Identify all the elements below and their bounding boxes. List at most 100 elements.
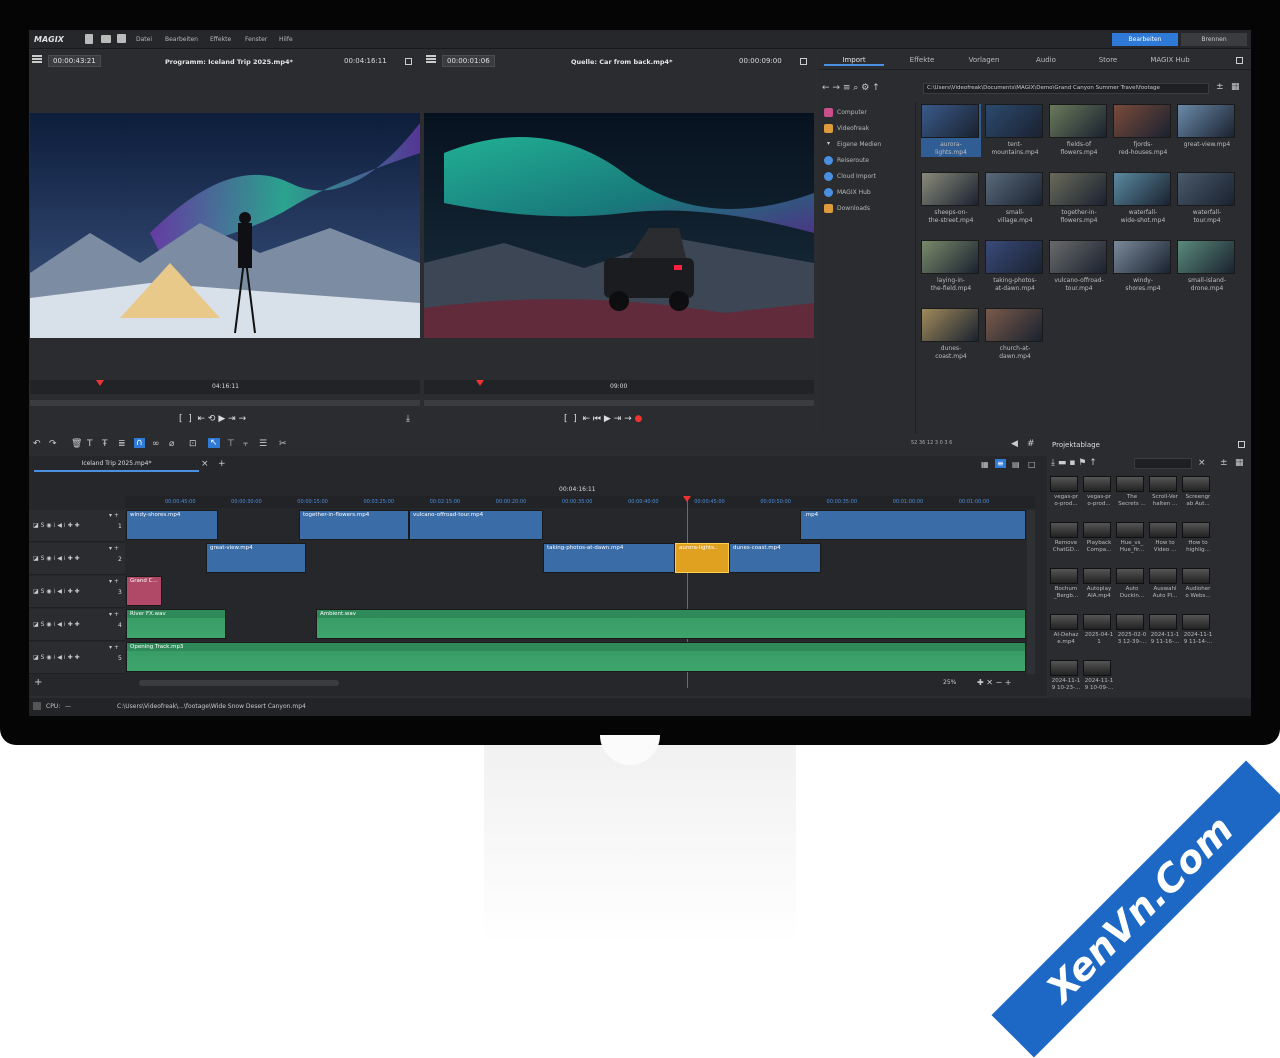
sidebar-item-reiseroute[interactable]: Reiseroute <box>824 156 869 169</box>
volume-icon[interactable]: ◀ <box>1011 439 1018 449</box>
track-buttons[interactable]: ◪ S ◉ ⁞ ◀ ⁞ ✚ ✚ <box>33 522 80 529</box>
maximize-icon[interactable]: □ <box>1028 460 1036 469</box>
unlink-icon[interactable]: ⌀ <box>169 439 174 449</box>
playhead-marker[interactable] <box>683 496 691 502</box>
file-thumbnail[interactable]: sheeps-on-the-street.mp4 <box>921 172 981 225</box>
mode-burn-button[interactable]: Brennen <box>1181 33 1247 46</box>
project-item[interactable]: Hue_vs_ Hue_fir... <box>1116 522 1148 554</box>
add-tab-icon[interactable]: + <box>218 459 226 469</box>
delete-icon[interactable]: 🗑 <box>71 439 82 449</box>
sidebar-item-magix-hub[interactable]: MAGIX Hub <box>824 188 871 201</box>
file-thumbnail[interactable]: small-village.mp4 <box>985 172 1045 225</box>
file-thumbnail[interactable]: great-view.mp4 <box>1177 104 1237 149</box>
play-icon[interactable]: ▶ <box>218 414 225 424</box>
sidebar-item-eigene-medien[interactable]: ▾ Eigene Medien <box>824 140 881 153</box>
rewind-icon[interactable]: ⏮ <box>593 414 601 424</box>
project-search-input[interactable] <box>1134 458 1192 469</box>
file-thumbnail[interactable]: windy-shores.mp4 <box>1113 240 1173 293</box>
mark-out-icon[interactable]: ] <box>573 414 577 424</box>
project-item[interactable]: 2024-11-1 9 11-14-... <box>1182 614 1214 646</box>
track-menu-icon[interactable]: ▾ + <box>109 545 119 552</box>
record-icon[interactable]: ● <box>635 414 643 424</box>
project-item[interactable]: Bochum _Bergb... <box>1050 568 1082 600</box>
track-header[interactable]: ◪ S ◉ ⁞ ◀ ⁞ ✚ ✚ 1 ▾ + <box>29 510 125 542</box>
project-item[interactable]: 2024-11-1 9 10-23-... <box>1050 660 1082 692</box>
pin-icon[interactable]: ⚑ <box>1078 458 1086 468</box>
project-item[interactable]: Remove ChatGD... <box>1050 522 1082 554</box>
file-thumbnail[interactable]: fjords-red-houses.mp4 <box>1113 104 1173 157</box>
file-thumbnail[interactable]: small-island-drone.mp4 <box>1177 240 1237 293</box>
trim-icon[interactable]: ⫟ <box>243 439 248 449</box>
file-thumbnail[interactable]: laying-in-the-field.mp4 <box>921 240 981 293</box>
file-thumbnail[interactable]: church-at-dawn.mp4 <box>985 308 1045 361</box>
clip-aurora-lights[interactable]: aurora-lights.. <box>675 543 729 573</box>
grid-icon[interactable]: # <box>1027 439 1035 449</box>
sidebar-item-cloud-import[interactable]: Cloud Import <box>824 172 876 185</box>
pointer-icon[interactable]: ↖ <box>208 438 220 448</box>
file-thumbnail[interactable]: taking-photos-at-dawn.mp4 <box>985 240 1045 293</box>
timeline-ruler[interactable]: 00:00:45:00 00:00:30:00 00:00:15:00 00:03:2… <box>125 496 1035 508</box>
hamburger-icon[interactable] <box>32 55 42 63</box>
split-icon[interactable]: ⊤ <box>227 439 235 449</box>
gear-icon[interactable]: ⚙ <box>861 83 869 93</box>
track-header[interactable]: ◪ S ◉ ⁞ ◀ ⁞ ✚ ✚ 2 ▾ + <box>29 543 125 575</box>
track-header[interactable]: ◪ S ◉ ⁞ ◀ ⁞ ✚ ✚ 5 ▾ + <box>29 642 125 674</box>
maximize-icon[interactable] <box>1236 57 1243 64</box>
project-item[interactable]: Auto Duckin... <box>1116 568 1148 600</box>
project-item[interactable]: 2025-02-0 3 12-39-... <box>1116 614 1148 646</box>
sidebar-item-computer[interactable]: Computer <box>824 108 867 121</box>
source-ruler[interactable]: 09:00 <box>424 380 814 394</box>
project-item[interactable]: AI-Dehaz e.mp4 <box>1050 614 1082 646</box>
sort-icon[interactable]: ± <box>1216 82 1224 92</box>
maximize-icon[interactable] <box>405 58 412 65</box>
new-file-icon[interactable] <box>85 34 93 44</box>
track-menu-icon[interactable]: ▾ + <box>109 611 119 618</box>
maximize-icon[interactable] <box>1238 441 1245 448</box>
zoom-controls-icon[interactable]: ✚ ✕ − + <box>977 678 1011 687</box>
file-thumbnail[interactable]: waterfall-tour.mp4 <box>1177 172 1237 225</box>
snapshot-icon[interactable]: ⊡ <box>189 439 197 449</box>
tab-vorlagen[interactable]: Vorlagen <box>954 56 1014 64</box>
file-thumbnail[interactable]: together-in-flowers.mp4 <box>1049 172 1109 225</box>
program-video-frame[interactable] <box>30 113 420 338</box>
file-thumbnail[interactable]: waterfall-wide-shot.mp4 <box>1113 172 1173 225</box>
tab-magix-hub[interactable]: MAGIX Hub <box>1140 56 1200 64</box>
file-thumbnail[interactable]: tent-mountains.mp4 <box>985 104 1045 157</box>
path-field[interactable]: C:\Users\Videofreak\Documents\MAGIX\Demo… <box>923 83 1209 94</box>
up-folder-icon[interactable]: ↑ <box>872 83 880 93</box>
source-timecode[interactable]: 00:00:01:06 <box>442 55 495 67</box>
maximize-icon[interactable] <box>800 58 807 65</box>
menu-fenster[interactable]: Fenster <box>245 36 267 43</box>
horizontal-scrollbar[interactable] <box>139 680 339 686</box>
clip-together-in-flowers[interactable]: together-in-flowers.mp4 <box>299 510 409 540</box>
program-ruler[interactable]: 04:16:11 <box>30 380 420 394</box>
mode-edit-button[interactable]: Bearbeiten <box>1112 33 1178 46</box>
play-icon[interactable]: ▶ <box>604 414 611 424</box>
tab-audio[interactable]: Audio <box>1016 56 1076 64</box>
tab-effekte[interactable]: Effekte <box>892 56 952 64</box>
search-icon[interactable]: ⌕ <box>853 83 858 93</box>
project-item[interactable]: Auswahl Auto Pl... <box>1149 568 1181 600</box>
source-scrubber[interactable] <box>424 400 814 406</box>
clip-mp4[interactable]: .mp4 <box>800 510 1026 540</box>
project-item[interactable]: How to highlig... <box>1182 522 1214 554</box>
next-cut-icon[interactable]: → <box>624 414 632 424</box>
text-tool-icon[interactable]: Ŧ <box>102 439 108 449</box>
menu-effekte[interactable]: Effekte <box>210 36 231 43</box>
hamburger-icon[interactable] <box>426 55 436 63</box>
track-menu-icon[interactable]: ▾ + <box>109 578 119 585</box>
mark-out-icon[interactable]: ] <box>188 414 192 424</box>
prev-cut-icon[interactable]: ⇤ <box>583 414 591 424</box>
clear-icon[interactable]: × <box>1198 458 1206 468</box>
playhead-marker[interactable] <box>476 380 484 386</box>
project-item[interactable]: Playback Compa... <box>1083 522 1115 554</box>
project-item[interactable]: Audioher o Webs... <box>1182 568 1214 600</box>
track-menu-icon[interactable]: ▾ + <box>109 512 119 519</box>
up-folder-icon[interactable]: ↑ <box>1089 458 1097 468</box>
menu-datei[interactable]: Datei <box>136 36 152 43</box>
group-icon[interactable]: ☰ <box>259 439 267 449</box>
program-timecode[interactable]: 00:00:43:21 <box>48 55 101 67</box>
zoom-level[interactable]: 25% <box>943 679 956 686</box>
list-view-icon[interactable]: ≡ <box>843 83 851 93</box>
menu-bearbeiten[interactable]: Bearbeiten <box>165 36 198 43</box>
